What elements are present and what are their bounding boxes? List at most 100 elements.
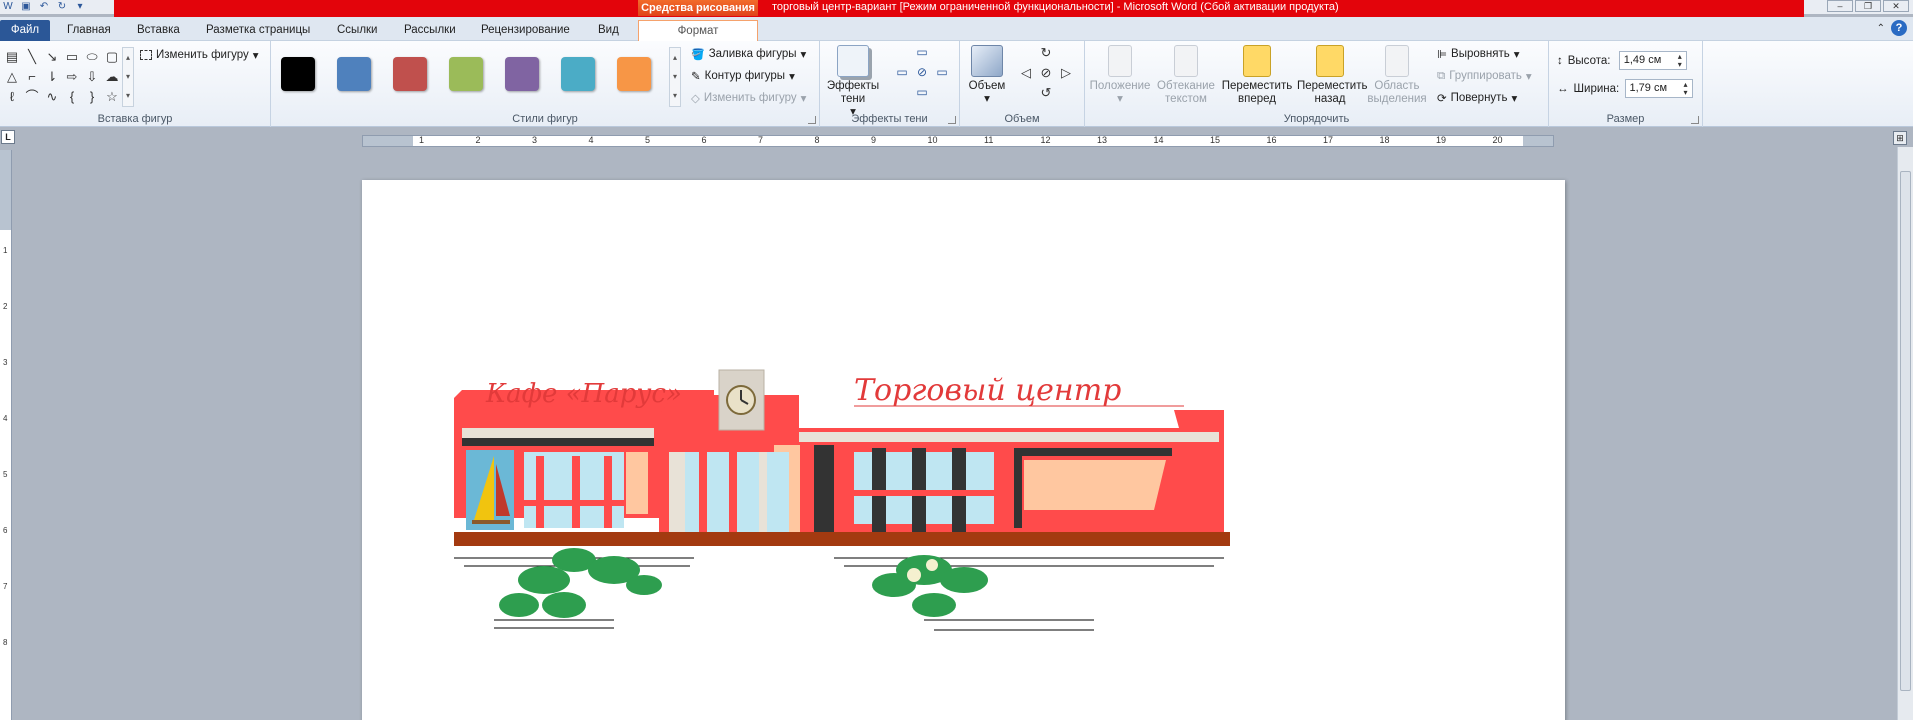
curve-shape-icon[interactable]: ∿	[42, 87, 62, 107]
star-shape-icon[interactable]: ☆	[102, 87, 122, 107]
view-ruler-icon[interactable]: ⊞	[1893, 131, 1907, 145]
selection-pane-button[interactable]: Область выделения	[1367, 45, 1427, 106]
3d-toggle-icon[interactable]: ⊘	[1036, 65, 1056, 85]
style-swatch-green[interactable]	[449, 57, 483, 91]
right-arrow-shape-icon[interactable]: ⇨	[62, 67, 82, 87]
rounded-rectangle-shape-icon[interactable]: ▢	[102, 47, 122, 67]
shopping-center-drawing[interactable]: Кафе «Парус» Торговый центр	[454, 360, 1254, 660]
elbow-arrow-shape-icon[interactable]: ⇂	[42, 67, 62, 87]
align-button[interactable]: ⊫ Выровнять ▾	[1437, 47, 1520, 61]
document-page[interactable]: Кафе «Парус» Торговый центр	[362, 180, 1565, 720]
left-brace-shape-icon[interactable]: {	[62, 87, 82, 107]
horizontal-ruler[interactable]: 1 2 3 4 5 6 7 8 9 10 11 12 13 14 15 16 17 18 19 20	[362, 135, 1554, 147]
volume-button[interactable]: Объем ▾	[964, 45, 1010, 106]
cloud-shape-icon[interactable]: ☁	[102, 67, 122, 87]
arc-shape-icon[interactable]: ⌒	[22, 87, 42, 107]
width-input[interactable]: 1,79 см	[1624, 79, 1693, 98]
style-swatch-aqua[interactable]	[561, 57, 595, 91]
quick-access-toolbar: W ▣ ↶ ↻ ▾	[0, 0, 86, 14]
style-swatch-orange[interactable]	[617, 57, 651, 91]
vruler-mark: 8	[3, 638, 8, 647]
tab-home[interactable]: Главная	[67, 20, 111, 41]
vruler-mark: 7	[3, 582, 8, 591]
line-shape-icon[interactable]: ╲	[22, 47, 42, 67]
shape-fill-button[interactable]: 🪣 Заливка фигуры ▾	[691, 47, 806, 61]
ruler-number: 1	[419, 135, 425, 145]
styles-gallery-scroll[interactable]: ▴ ▾ ▾	[669, 47, 681, 107]
shadow-effects-dialog-launcher[interactable]	[948, 116, 956, 124]
wrap-text-button[interactable]: Обтекание текстом	[1155, 45, 1217, 106]
tab-stop-selector[interactable]: L	[1, 130, 15, 144]
close-window-icon[interactable]: ✕	[1883, 0, 1909, 12]
size-dialog-launcher[interactable]	[1691, 116, 1699, 124]
shape-fill-label: Заливка фигуры	[708, 48, 797, 60]
textbox-shape-icon[interactable]: ▤	[2, 47, 22, 67]
position-button[interactable]: Положение ▾	[1089, 45, 1151, 106]
group-label-insert-shapes: Вставка фигур	[97, 113, 173, 125]
rotate-button[interactable]: ⟳ Повернуть ▾	[1437, 91, 1517, 105]
tilt-right-icon[interactable]: ▷	[1056, 65, 1076, 85]
tab-format[interactable]: Формат	[638, 20, 758, 41]
freeform-shape-icon[interactable]: ℓ	[2, 87, 22, 107]
shadow-effects-button[interactable]: Эффекты тени ▾	[826, 45, 880, 119]
tilt-up-icon[interactable]: ↻	[1036, 45, 1056, 65]
redo-icon[interactable]: ↻	[56, 1, 68, 13]
tilt-left-icon[interactable]: ◁	[1016, 65, 1036, 85]
tilt-down-icon[interactable]: ↺	[1036, 85, 1056, 105]
vertical-ruler[interactable]: 1 2 3 4 5 6 7 8	[0, 150, 12, 720]
tab-view[interactable]: Вид	[598, 20, 619, 41]
tab-references[interactable]: Ссылки	[337, 20, 378, 41]
bring-forward-button[interactable]: Переместить вперед	[1221, 45, 1293, 106]
nudge-shadow-up-icon[interactable]: ▭	[912, 45, 932, 65]
ruler-number: 15	[1210, 135, 1221, 145]
scrollbar-thumb[interactable]	[1900, 171, 1911, 691]
wrap-text-label: Обтекание текстом	[1157, 80, 1215, 105]
word-app-icon[interactable]: W	[2, 1, 14, 13]
nudge-shadow-right-icon[interactable]: ▭	[932, 65, 952, 85]
tab-mailings[interactable]: Рассылки	[404, 20, 456, 41]
style-swatch-purple[interactable]	[505, 57, 539, 91]
undo-icon[interactable]: ↶	[38, 1, 50, 13]
drawing-tools-context-label: Средства рисования	[638, 0, 758, 16]
minimize-window-icon[interactable]: –	[1827, 0, 1853, 12]
shape-outline-button[interactable]: ✎ Контур фигуры ▾	[691, 69, 795, 83]
tab-page-layout[interactable]: Разметка страницы	[206, 20, 310, 41]
height-input[interactable]: 1,49 см	[1618, 51, 1687, 70]
document-title: торговый центр-вариант [Режим ограниченн…	[772, 1, 1339, 13]
group-arrange: Положение ▾ Обтекание текстом Переместить…	[1085, 41, 1549, 127]
vruler-mark: 5	[3, 470, 8, 479]
save-icon[interactable]: ▣	[20, 1, 32, 13]
right-brace-shape-icon[interactable]: }	[82, 87, 102, 107]
help-icon[interactable]: ?	[1891, 20, 1907, 36]
nudge-shadow-down-icon[interactable]: ▭	[912, 85, 932, 105]
style-swatch-red[interactable]	[393, 57, 427, 91]
vruler-mark: 4	[3, 414, 8, 423]
group-objects-button[interactable]: ⧉ Группировать ▾	[1437, 69, 1532, 84]
tab-file[interactable]: Файл	[0, 20, 50, 41]
change-shape-button[interactable]: ◇ Изменить фигуру ▾	[691, 91, 806, 105]
width-icon: ↔	[1557, 82, 1569, 95]
oval-shape-icon[interactable]: ⬭	[82, 47, 102, 67]
shadow-toggle-icon[interactable]: ⊘	[912, 65, 932, 85]
elbow-connector-shape-icon[interactable]: ⌐	[22, 67, 42, 87]
down-arrow-shape-icon[interactable]: ⇩	[82, 67, 102, 87]
style-swatch-black[interactable]	[281, 57, 315, 91]
rectangle-shape-icon[interactable]: ▭	[62, 47, 82, 67]
edit-shape-button[interactable]: Изменить фигуру ▾	[140, 48, 259, 62]
tab-review[interactable]: Рецензирование	[481, 20, 570, 41]
tab-insert[interactable]: Вставка	[137, 20, 180, 41]
shapes-gallery-scroll[interactable]: ▴ ▾ ▾	[122, 47, 134, 107]
arrow-line-shape-icon[interactable]: ↘	[42, 47, 62, 67]
send-backward-button[interactable]: Переместить назад	[1297, 45, 1367, 106]
minimize-ribbon-icon[interactable]: ⌃	[1877, 23, 1885, 34]
restore-window-icon[interactable]: ❐	[1855, 0, 1881, 12]
style-swatch-blue[interactable]	[337, 57, 371, 91]
ruler-row: L 1 2 3 4 5 6 7 8 9 10 11 12 13 14 15 16 17 18 19 20 ⊞	[0, 127, 1913, 147]
nudge-shadow-left-icon[interactable]: ▭	[892, 65, 912, 85]
shape-styles-dialog-launcher[interactable]	[808, 116, 816, 124]
ruler-number: 6	[701, 135, 707, 145]
triangle-shape-icon[interactable]: △	[2, 67, 22, 87]
customize-qat-icon[interactable]: ▾	[74, 1, 86, 13]
vertical-scrollbar[interactable]	[1897, 147, 1913, 720]
ruler-right-margin	[1523, 136, 1553, 146]
